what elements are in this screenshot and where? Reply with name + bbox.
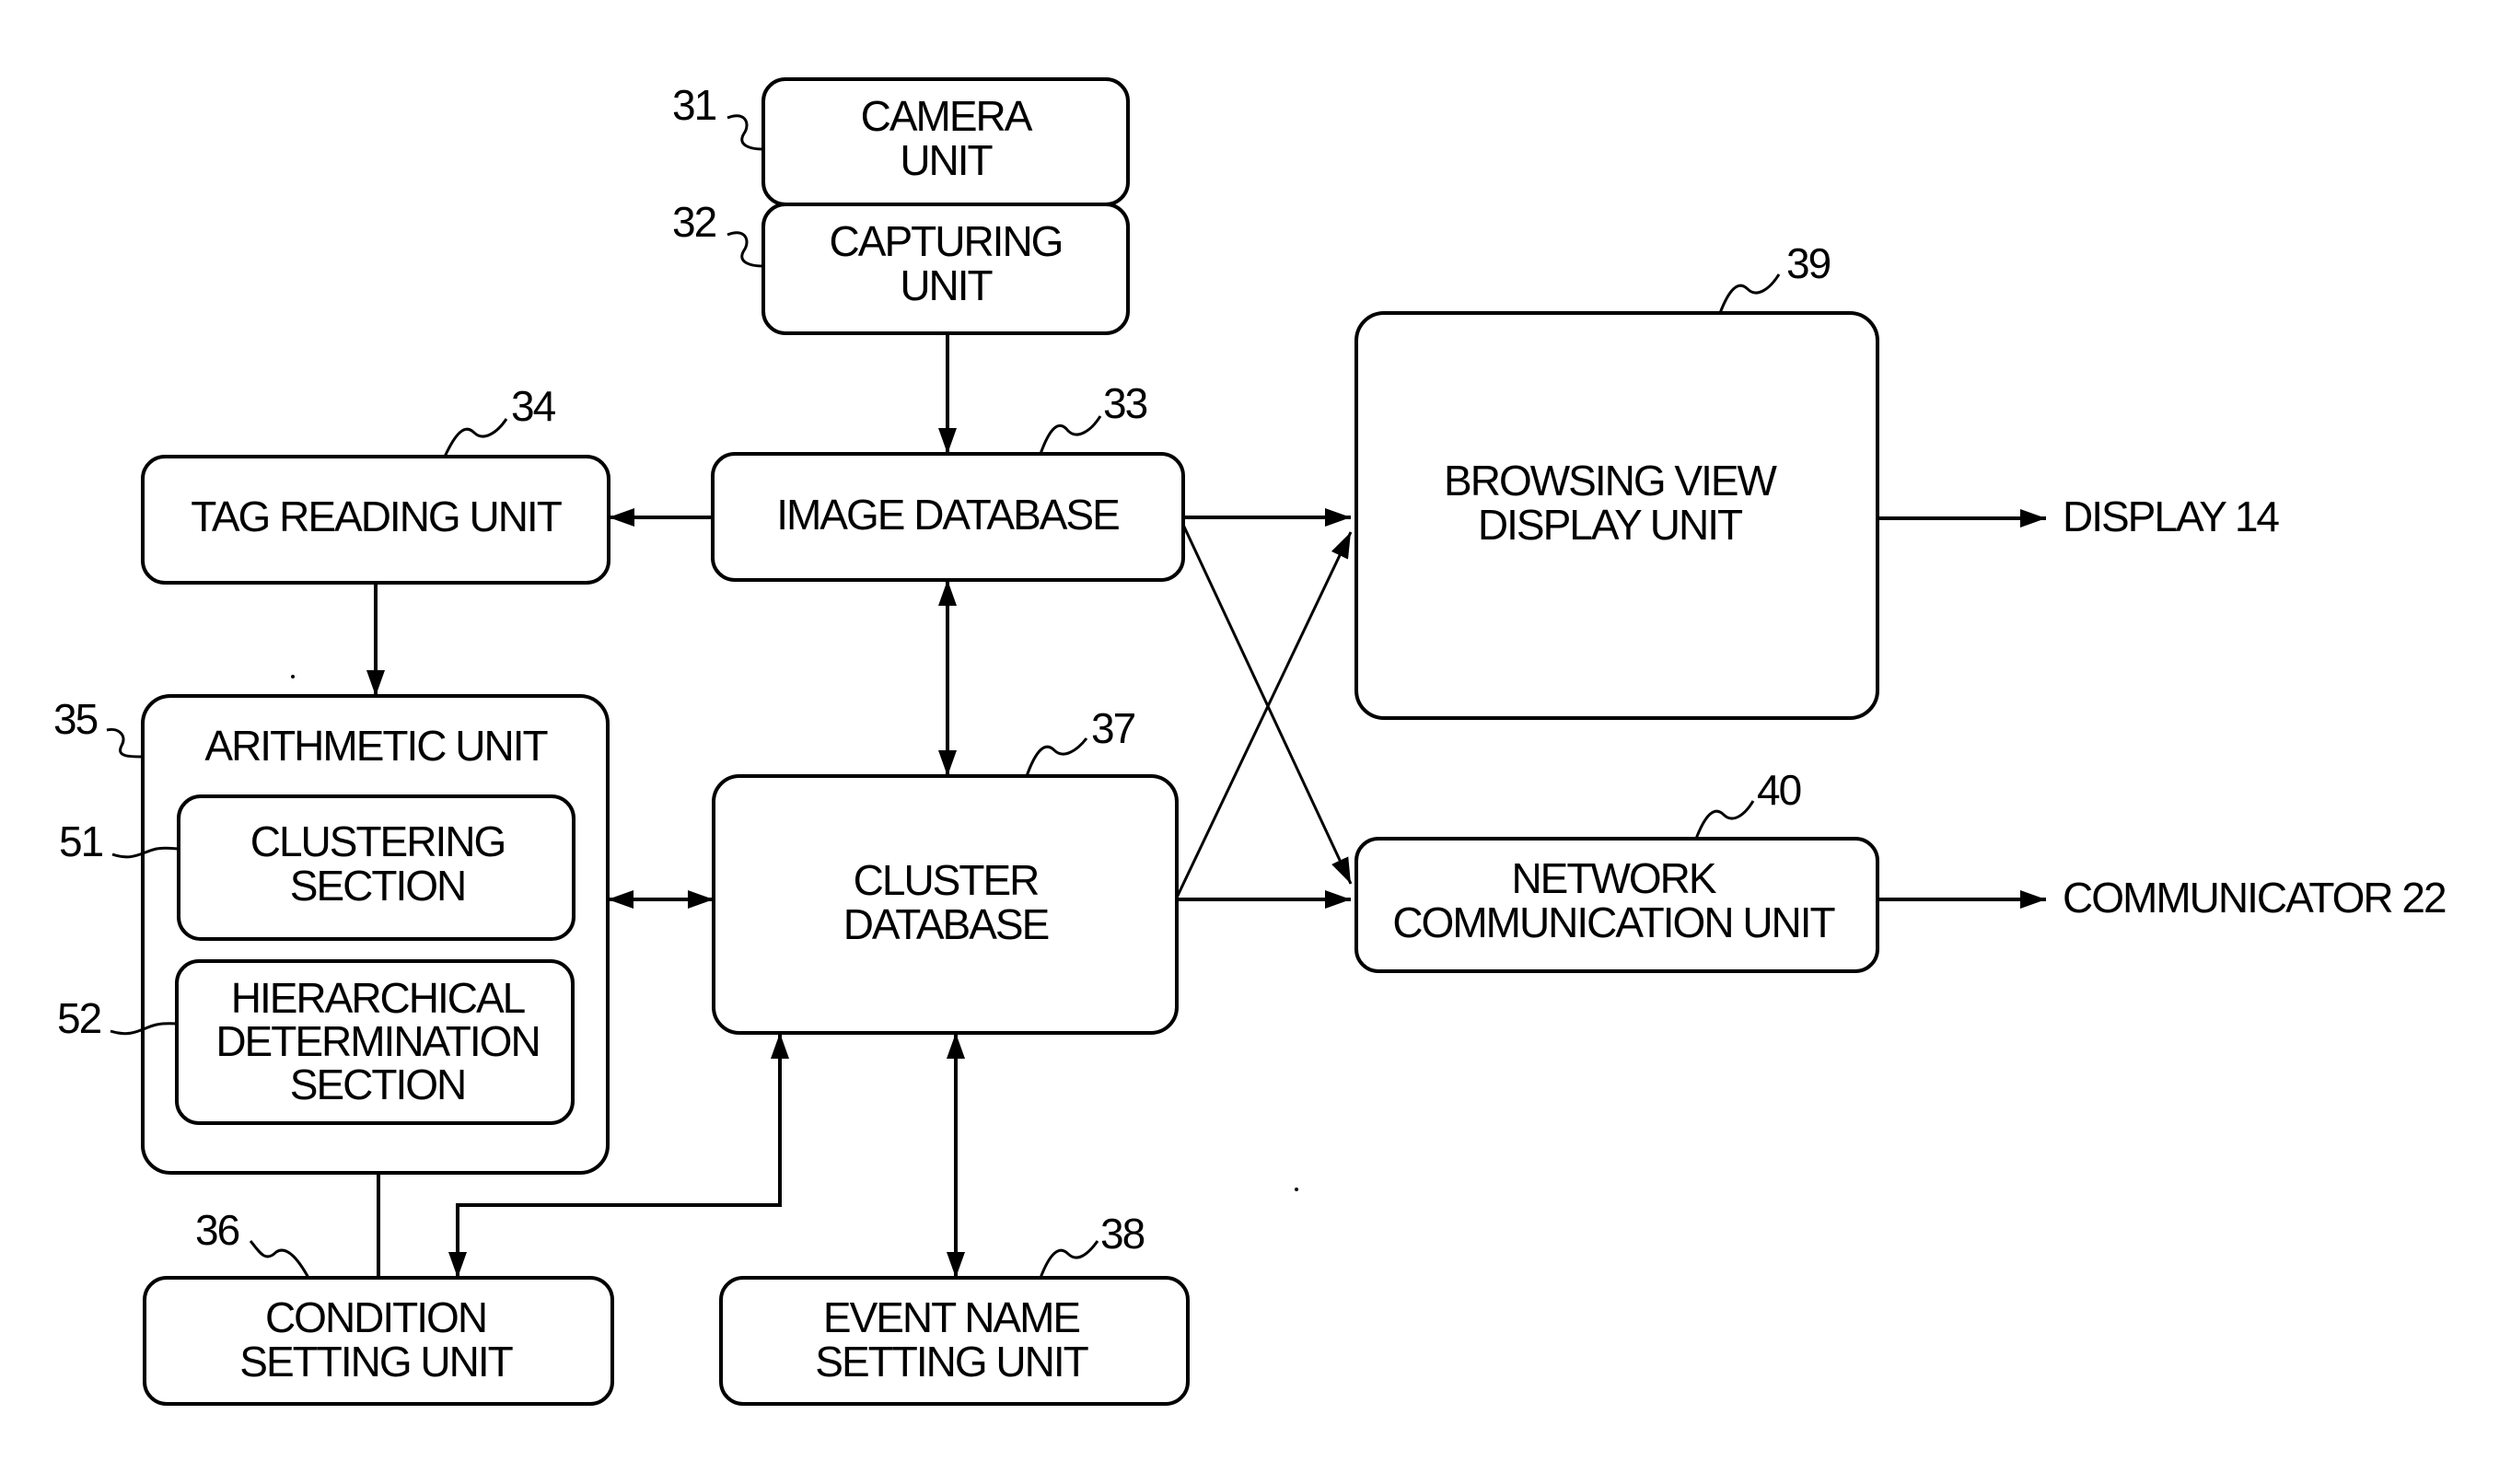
ref-numeral-52: 52 [57, 994, 101, 1042]
block-camera-unit: CAMERA UNIT [761, 77, 1130, 206]
block-label: TAG READING UNIT [191, 493, 563, 540]
block-browsing-view-display-unit: BROWSING VIEW DISPLAY UNIT [1354, 311, 1879, 720]
ref-numeral-37: 37 [1091, 704, 1135, 752]
leader-33 [1039, 415, 1102, 455]
block-label: SETTING UNIT [815, 1338, 1088, 1385]
block-label: DISPLAY UNIT [1478, 501, 1743, 549]
block-image-database: IMAGE DATABASE [711, 452, 1185, 582]
block-label: NETWORK [1511, 854, 1716, 902]
block-label: SECTION [290, 862, 465, 910]
leader-34 [443, 418, 508, 458]
block-label: SECTION [290, 1061, 465, 1108]
block-label: COMMUNICATION UNIT [1392, 899, 1835, 946]
block-event-name-setting-unit: EVENT NAME SETTING UNIT [719, 1276, 1190, 1406]
ref-numeral-39: 39 [1786, 239, 1831, 287]
block-hierarchical-determination-section: HIERARCHICAL DETERMINATION SECTION [175, 959, 575, 1125]
block-label: CLUSTERING [250, 817, 505, 865]
output-communicator-label: COMMUNICATOR 22 [2063, 874, 2446, 922]
leader-38 [1039, 1240, 1099, 1279]
leader-31 [727, 114, 764, 151]
leader-37 [1025, 737, 1088, 777]
ref-numeral-31: 31 [672, 81, 716, 129]
block-tag-reading-unit: TAG READING UNIT [141, 455, 610, 585]
leader-36 [249, 1240, 310, 1279]
block-label: DATABASE [843, 900, 1049, 948]
block-label: DETERMINATION [215, 1017, 539, 1065]
block-label: UNIT [900, 261, 993, 309]
leader-35 [106, 727, 144, 759]
block-label: UNIT [900, 136, 993, 184]
block-diagram: CAMERA UNIT CAPTURING UNIT TAG READING U… [53, 77, 2447, 1406]
block-label: ARITHMETIC UNIT [204, 722, 548, 770]
block-label: BROWSING VIEW [1444, 457, 1777, 504]
ref-numeral-38: 38 [1100, 1210, 1145, 1258]
block-label: SETTING UNIT [239, 1338, 513, 1385]
block-label: CONDITION [265, 1293, 486, 1341]
ref-numeral-34: 34 [511, 382, 556, 430]
ref-numeral-51: 51 [59, 817, 103, 865]
leader-40 [1694, 800, 1755, 840]
ref-numeral-33: 33 [1103, 379, 1147, 427]
output-display-label: DISPLAY 14 [2063, 493, 2279, 540]
leader-32 [727, 231, 764, 268]
block-condition-setting-unit: CONDITION SETTING UNIT [143, 1276, 614, 1406]
block-label: HIERARCHICAL [231, 974, 526, 1022]
block-cluster-database: CLUSTER DATABASE [712, 774, 1179, 1035]
block-label: CAPTURING [830, 217, 1063, 265]
block-label: EVENT NAME [823, 1293, 1080, 1341]
block-label: CAMERA [861, 92, 1033, 140]
leader-39 [1718, 273, 1781, 314]
block-capturing-unit: CAPTURING UNIT [761, 203, 1130, 335]
ref-numeral-36: 36 [195, 1206, 239, 1254]
ref-numeral-40: 40 [1757, 766, 1801, 814]
block-network-communication-unit: NETWORK COMMUNICATION UNIT [1354, 837, 1879, 973]
block-clustering-section: CLUSTERING SECTION [177, 794, 575, 941]
scan-speck [1295, 1188, 1298, 1191]
arrow-cluster-db-to-browsing [1175, 531, 1353, 899]
scan-speck [291, 675, 295, 678]
block-label: CLUSTER [854, 856, 1039, 904]
ref-numeral-32: 32 [672, 198, 716, 246]
ref-numeral-35: 35 [53, 695, 98, 743]
block-label: IMAGE DATABASE [776, 491, 1119, 539]
